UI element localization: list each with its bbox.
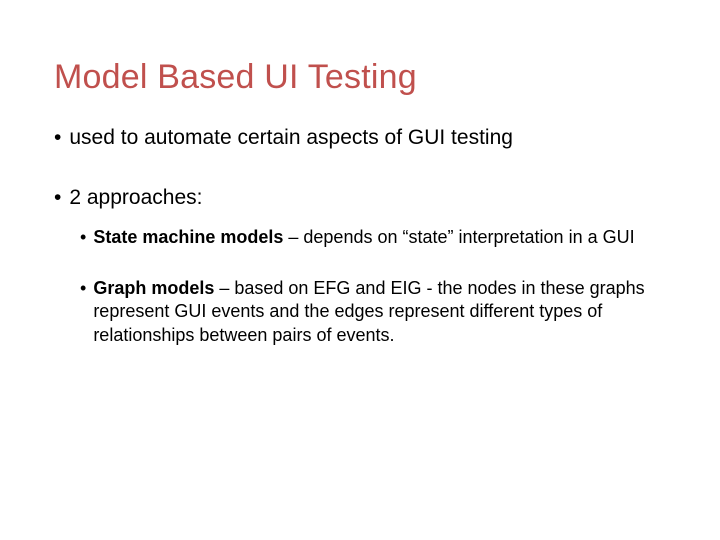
sub-bullet-text: Graph models – based on EFG and EIG - th… <box>93 277 653 347</box>
sub-bullet-lead: Graph models <box>93 278 214 298</box>
bullet-item: • 2 approaches: <box>54 185 666 211</box>
sub-bullet-rest: – depends on “state” interpretation in a… <box>283 227 634 247</box>
slide: Model Based UI Testing • used to automat… <box>0 0 720 540</box>
sub-bullet-item: • Graph models – based on EFG and EIG - … <box>80 277 666 347</box>
bullet-icon: • <box>54 125 61 151</box>
bullet-item: • used to automate certain aspects of GU… <box>54 125 666 151</box>
slide-title: Model Based UI Testing <box>54 58 666 97</box>
bullet-icon: • <box>54 185 61 211</box>
bullet-icon: • <box>80 226 86 249</box>
bullet-text: 2 approaches: <box>69 185 202 211</box>
bullet-text: used to automate certain aspects of GUI … <box>69 125 513 151</box>
sub-bullet-list: • State machine models – depends on “sta… <box>80 226 666 348</box>
sub-bullet-text: State machine models – depends on “state… <box>93 226 634 249</box>
bullet-icon: • <box>80 277 86 300</box>
sub-bullet-item: • State machine models – depends on “sta… <box>80 226 666 249</box>
sub-bullet-lead: State machine models <box>93 227 283 247</box>
